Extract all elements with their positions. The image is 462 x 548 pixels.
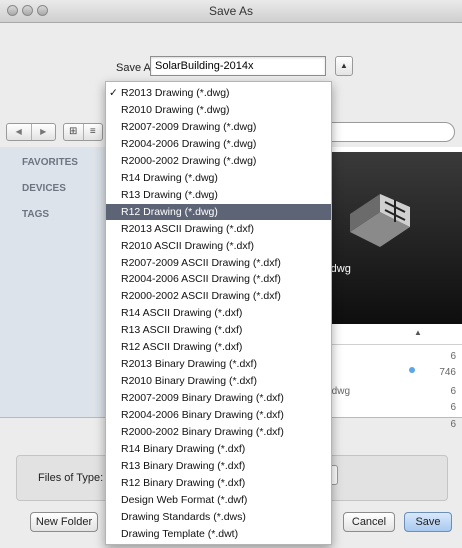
menu-item-label: R13 Binary Drawing (*.dxf) bbox=[121, 459, 246, 472]
save-as-dialog: Save As Save As: ▲ ◀ ▶ ⊞ ≡ Q FAVORITES D… bbox=[0, 0, 462, 548]
menu-item-label: R12 Drawing (*.dwg) bbox=[121, 205, 218, 218]
menu-item[interactable]: R2007-2009 Binary Drawing (*.dxf) bbox=[106, 390, 331, 406]
sidebar: FAVORITES DEVICES TAGS bbox=[0, 147, 107, 417]
triangle-up-icon: ▲ bbox=[340, 61, 348, 70]
file-type-dropdown-menu: ✓ R2013 Drawing (*.dwg) R2010 Drawing (*.d… bbox=[105, 81, 332, 545]
menu-item[interactable]: R2013 ASCII Drawing (*.dxf) bbox=[106, 221, 331, 237]
sidebar-section-devices: DEVICES bbox=[22, 183, 66, 194]
menu-item[interactable]: R14 Binary Drawing (*.dxf) bbox=[106, 441, 331, 457]
menu-item[interactable]: R2004-2006 Binary Drawing (*.dxf) bbox=[106, 407, 331, 423]
file-row-size: 6 bbox=[450, 386, 456, 397]
view-mode-group: ⊞ ≡ bbox=[63, 123, 103, 141]
sidebar-section-tags: TAGS bbox=[22, 209, 50, 220]
chevron-left-icon[interactable]: ◀ bbox=[7, 124, 31, 140]
menu-item-label: Drawing Standards (*.dws) bbox=[121, 510, 246, 523]
file-row-size: 6 bbox=[450, 402, 456, 413]
menu-item[interactable]: R2010 Drawing (*.dwg) bbox=[106, 102, 331, 118]
menu-item-label: R2000-2002 Drawing (*.dwg) bbox=[121, 154, 257, 167]
menu-item-label: R2007-2009 Drawing (*.dwg) bbox=[121, 120, 257, 133]
checkmark-icon: ✓ bbox=[109, 87, 118, 99]
status-dot-icon bbox=[409, 367, 415, 373]
chevron-right-icon[interactable]: ▶ bbox=[30, 124, 56, 140]
menu-item[interactable]: R12 Binary Drawing (*.dxf) bbox=[106, 475, 331, 491]
list-icon[interactable]: ≡ bbox=[82, 124, 103, 140]
back-forward-group: ◀ ▶ bbox=[6, 123, 56, 141]
menu-item-label: R2010 Binary Drawing (*.dxf) bbox=[121, 375, 257, 388]
menu-item-label: R14 ASCII Drawing (*.dxf) bbox=[121, 307, 243, 320]
sidebar-section-favorites: FAVORITES bbox=[22, 157, 78, 168]
menu-item[interactable]: R13 Drawing (*.dwg) bbox=[106, 187, 331, 203]
save-button[interactable]: Save bbox=[404, 512, 452, 532]
menu-item[interactable]: R2007-2009 Drawing (*.dwg) bbox=[106, 119, 331, 135]
menu-item-label: R2000-2002 ASCII Drawing (*.dxf) bbox=[121, 290, 281, 303]
menu-item-label: R12 ASCII Drawing (*.dxf) bbox=[121, 341, 243, 354]
file-row-size: 746 bbox=[439, 367, 456, 378]
new-folder-button[interactable]: New Folder bbox=[30, 512, 98, 532]
filename-input[interactable] bbox=[150, 56, 326, 76]
menu-item[interactable]: R2004-2006 ASCII Drawing (*.dxf) bbox=[106, 271, 331, 287]
menu-item[interactable]: R2007-2009 ASCII Drawing (*.dxf) bbox=[106, 255, 331, 271]
sort-ascending-icon: ▲ bbox=[414, 328, 422, 337]
menu-item-label: R2013 Binary Drawing (*.dxf) bbox=[121, 358, 257, 371]
cancel-button[interactable]: Cancel bbox=[343, 512, 395, 532]
files-of-type-label: Files of Type: bbox=[38, 472, 104, 484]
menu-item-label: R14 Drawing (*.dwg) bbox=[121, 171, 218, 184]
menu-item-label: R2004-2006 Binary Drawing (*.dxf) bbox=[121, 409, 284, 422]
menu-item[interactable]: ✓ R2013 Drawing (*.dwg) bbox=[106, 85, 331, 101]
menu-item-label: R13 Drawing (*.dwg) bbox=[121, 188, 218, 201]
menu-item-label: R2010 ASCII Drawing (*.dxf) bbox=[121, 239, 255, 252]
expand-dialog-button[interactable]: ▲ bbox=[335, 56, 353, 76]
window-title: Save As bbox=[208, 4, 254, 18]
menu-item-label: R2013 Drawing (*.dwg) bbox=[121, 87, 230, 99]
menu-item[interactable]: Design Web Format (*.dwf) bbox=[106, 492, 331, 508]
menu-item-label: Design Web Format (*.dwf) bbox=[121, 493, 248, 506]
menu-item[interactable]: R14 ASCII Drawing (*.dxf) bbox=[106, 305, 331, 321]
menu-item[interactable]: Drawing Template (*.dwt) bbox=[106, 526, 331, 542]
menu-item[interactable]: R2013 Binary Drawing (*.dxf) bbox=[106, 356, 331, 372]
title-bar: Save As bbox=[0, 0, 462, 23]
menu-item-label: Drawing Template (*.dwt) bbox=[121, 527, 239, 540]
menu-item-label: R2013 ASCII Drawing (*.dxf) bbox=[121, 222, 255, 235]
menu-item-label: R14 Binary Drawing (*.dxf) bbox=[121, 442, 246, 455]
menu-item[interactable]: R2000-2002 Drawing (*.dwg) bbox=[106, 153, 331, 169]
menu-item[interactable]: R14 Drawing (*.dwg) bbox=[106, 170, 331, 186]
menu-item[interactable]: R12 ASCII Drawing (*.dxf) bbox=[106, 339, 331, 355]
file-row-size: 6 bbox=[450, 351, 456, 362]
menu-item[interactable]: R2010 ASCII Drawing (*.dxf) bbox=[106, 238, 331, 254]
building-thumbnail-icon bbox=[350, 194, 410, 247]
menu-item[interactable]: R13 ASCII Drawing (*.dxf) bbox=[106, 322, 331, 338]
menu-item[interactable]: R13 Binary Drawing (*.dxf) bbox=[106, 458, 331, 474]
menu-item[interactable]: Drawing Standards (*.dws) bbox=[106, 509, 331, 525]
grid-icon[interactable]: ⊞ bbox=[64, 124, 83, 140]
menu-item-label: R2010 Drawing (*.dwg) bbox=[121, 103, 230, 116]
menu-item-label: R2000-2002 Binary Drawing (*.dxf) bbox=[121, 426, 284, 438]
menu-item-label: R12 Binary Drawing (*.dxf) bbox=[121, 476, 246, 489]
menu-item[interactable]: R12 Drawing (*.dwg) bbox=[106, 203, 331, 220]
menu-item[interactable]: R2000-2002 ASCII Drawing (*.dxf) bbox=[106, 288, 331, 304]
menu-item[interactable]: R2000-2002 Binary Drawing (*.dxf) bbox=[106, 424, 331, 440]
menu-item[interactable]: R2010 Binary Drawing (*.dxf) bbox=[106, 373, 331, 389]
menu-item-label: R2007-2009 Binary Drawing (*.dxf) bbox=[121, 392, 284, 405]
menu-item[interactable]: R2004-2006 Drawing (*.dwg) bbox=[106, 136, 331, 152]
menu-item-label: R13 ASCII Drawing (*.dxf) bbox=[121, 324, 243, 337]
menu-item-label: R2007-2009 ASCII Drawing (*.dxf) bbox=[121, 256, 281, 269]
menu-item-label: R2004-2006 Drawing (*.dwg) bbox=[121, 137, 257, 150]
file-row-size: 6 bbox=[450, 419, 456, 430]
menu-item-label: R2004-2006 ASCII Drawing (*.dxf) bbox=[121, 273, 281, 286]
